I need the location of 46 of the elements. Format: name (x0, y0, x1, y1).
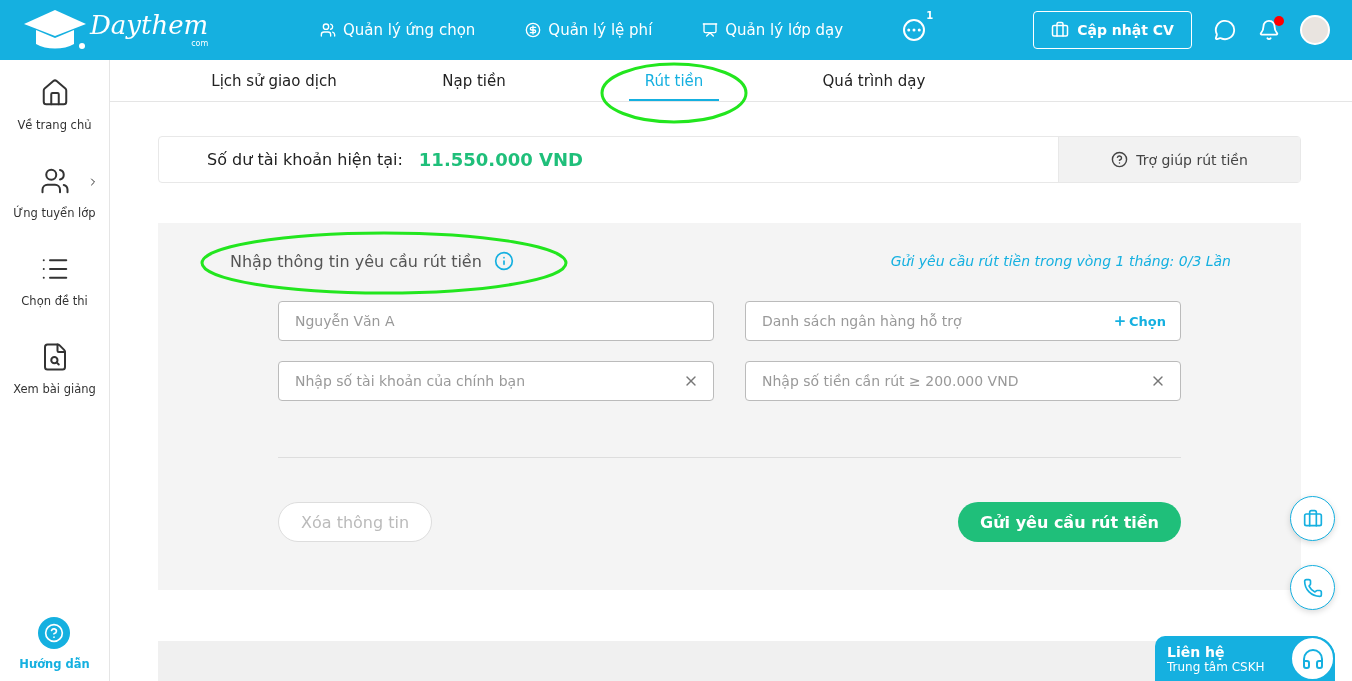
tab[interactable]: Nạp tiền (374, 60, 574, 101)
tab[interactable]: Rút tiền (574, 60, 774, 101)
plus-icon (1113, 314, 1127, 328)
text-field[interactable]: Nhập số tiền cần rút ≥ 200.000 VND (745, 361, 1181, 401)
tab[interactable]: Lịch sử giao dịch (174, 60, 374, 101)
bell-icon[interactable] (1258, 19, 1280, 41)
contact-button[interactable]: Liên hệ Trung tâm CSKH (1155, 636, 1335, 681)
more-icon[interactable] (903, 19, 926, 41)
phone-icon (1302, 577, 1323, 598)
sidebar-item[interactable]: Về trang chủ (0, 78, 109, 166)
people-icon (320, 22, 336, 38)
form-title: Nhập thông tin yêu cầu rút tiền (230, 251, 482, 271)
briefcase-icon (1302, 508, 1323, 529)
phone-button[interactable] (1290, 565, 1335, 610)
avatar[interactable] (1300, 15, 1330, 45)
update-cv-button[interactable]: Cập nhật CV (1033, 11, 1192, 49)
help-icon (1111, 151, 1129, 168)
tab[interactable]: Quá trình dạy (774, 60, 974, 101)
balance-amount: 11.550.000 VND (418, 149, 583, 170)
balance-label: Số dư tài khoản hiện tại: (207, 150, 403, 169)
help-button[interactable]: Trợ giúp rút tiền (1058, 137, 1300, 182)
submit-button[interactable]: Gửi yêu cầu rút tiền (958, 502, 1181, 542)
withdrawal-quota: Gửi yêu cầu rút tiền trong vòng 1 tháng: 0/3 Lần (890, 253, 1231, 269)
guide-link[interactable]: Hướng dẫn (19, 617, 90, 671)
graduation-cap-icon (22, 8, 88, 52)
choose-button[interactable]: Chọn (1113, 313, 1166, 329)
briefcase-icon (1051, 21, 1070, 39)
dollar-icon (525, 22, 542, 38)
nav-link[interactable]: Quản lý lệ phí (525, 21, 653, 39)
nav-link[interactable]: Quản lý lớp dạy (702, 21, 844, 39)
text-field[interactable]: Nhập số tài khoản của chính bạn (278, 361, 714, 401)
logo-domain: com (191, 39, 209, 48)
sidebar-item[interactable]: Xem bài giảng (0, 342, 109, 430)
notification-count: 1 (926, 10, 934, 21)
info-icon[interactable] (493, 251, 514, 271)
text-field[interactable]: Danh sách ngân hàng hỗ trợ Chọn (745, 301, 1181, 341)
people-icon (39, 166, 70, 196)
logo-wordmark[interactable]: Daythem (90, 12, 209, 40)
presentation-board-icon (702, 22, 719, 38)
text-field[interactable]: Nguyễn Văn A (278, 301, 714, 341)
sidebar-item[interactable]: Ứng tuyển lớp (0, 166, 109, 254)
help-icon (38, 617, 71, 649)
sidebar-item[interactable]: Chọn đề thi (0, 254, 109, 342)
nav-link[interactable]: Quản lý ứng chọn (320, 21, 476, 39)
headset-icon (1290, 636, 1335, 681)
chat-icon[interactable] (1214, 19, 1236, 41)
